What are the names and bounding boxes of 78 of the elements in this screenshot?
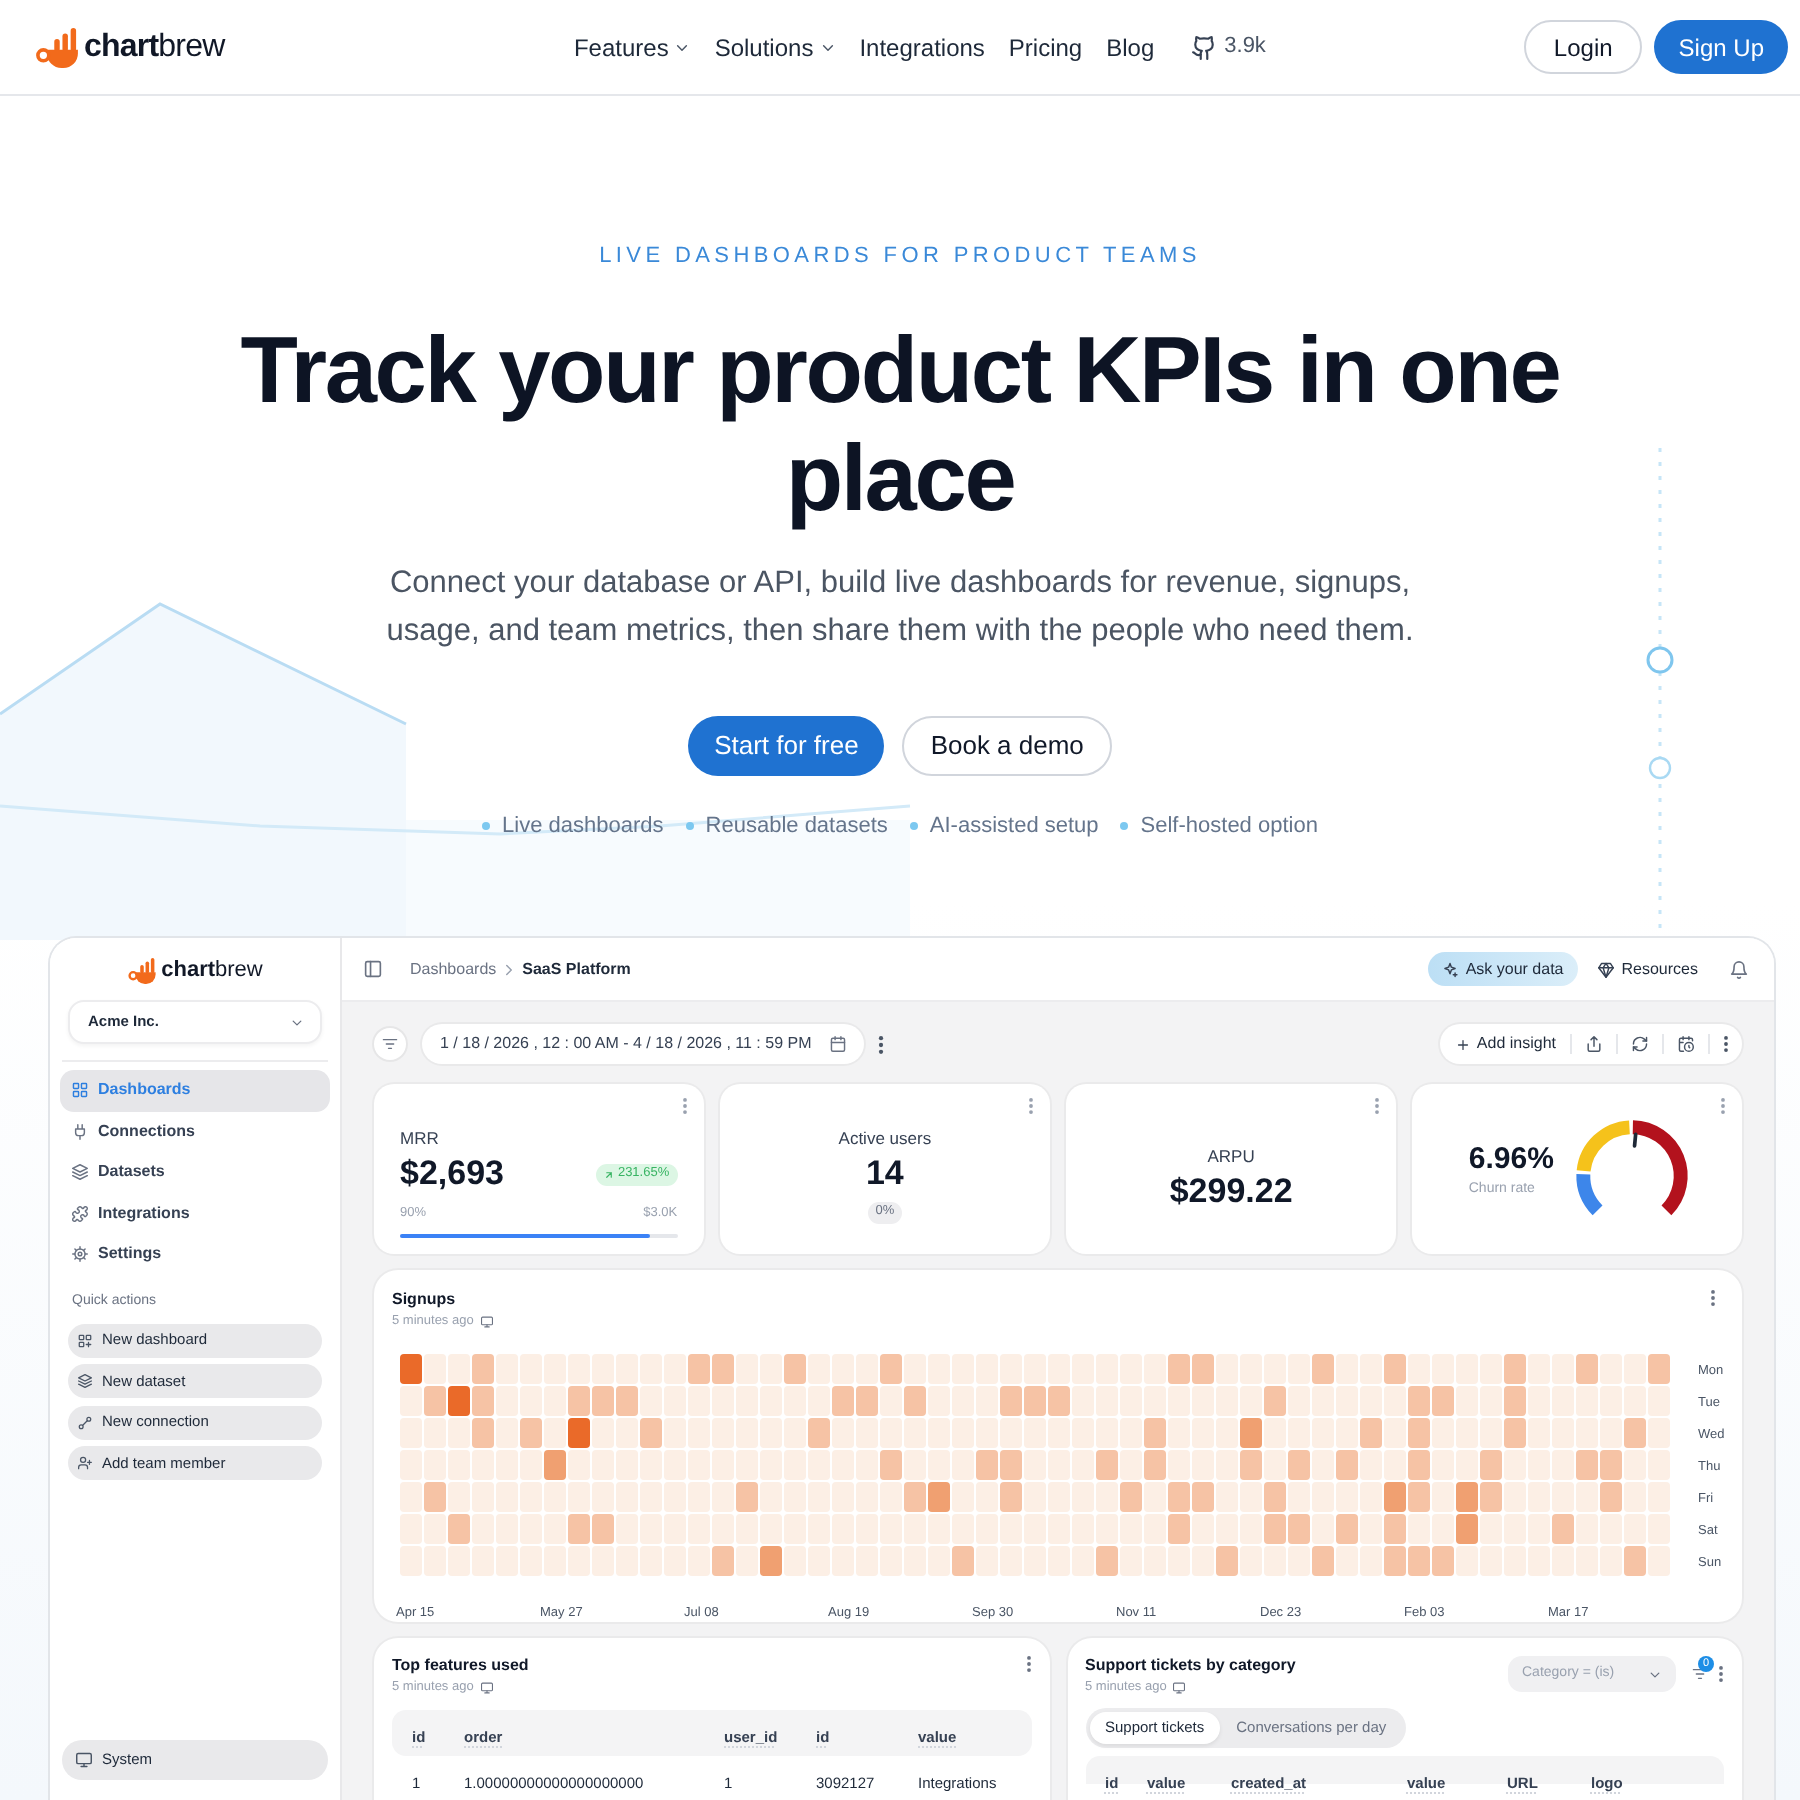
sidebar-item[interactable]: Settings (60, 1234, 330, 1275)
top-action-button[interactable]: Ask your data (1427, 952, 1578, 986)
layers-icon (72, 1164, 88, 1181)
monitor-icon (1172, 1681, 1187, 1693)
card-title: Support tickets by category (1085, 1656, 1296, 1676)
kpi-value: $2,693 (400, 1154, 504, 1194)
highlight-text: Self-hosted option (1140, 812, 1318, 842)
kpi-title: ARPU (1207, 1146, 1255, 1168)
nav-link[interactable]: Features (573, 29, 691, 65)
refresh-icon[interactable] (1632, 1036, 1648, 1052)
calendar-icon (829, 1036, 846, 1052)
highlight-text: Reusable datasets (705, 812, 888, 842)
kpi-title: Active users (838, 1128, 932, 1150)
sidebar-item[interactable]: Integrations (60, 1193, 330, 1234)
arrow-up-right-icon (603, 1169, 614, 1179)
chevron-right-icon (504, 963, 515, 975)
start-free-button[interactable]: Start for free (688, 716, 885, 776)
kebab-menu-icon[interactable] (1025, 1656, 1031, 1672)
eyebrow-text: LIVE DASHBOARDS FOR PRODUCT TEAMS (599, 242, 1201, 272)
logo-icon[interactable] (127, 958, 156, 984)
monitor-icon (479, 1681, 494, 1693)
gauge-needle (1632, 1132, 1638, 1148)
grid-plus-icon (78, 1333, 92, 1347)
logo-text[interactable]: chartbrew (84, 23, 225, 71)
calendar-clock-icon[interactable] (1678, 1036, 1694, 1052)
plus-icon (1456, 1037, 1471, 1051)
sparkle-icon (1441, 961, 1458, 977)
highlight-text: Live dashboards (502, 812, 664, 842)
nav-link[interactable]: Integrations (859, 29, 985, 65)
kebab-menu-icon[interactable] (1718, 1666, 1724, 1682)
card-title: Top features used (392, 1656, 529, 1676)
plug-icon (72, 1123, 88, 1140)
kpi-value: $299.22 (1169, 1172, 1293, 1212)
github-icon (1192, 35, 1217, 59)
puzzle-icon (72, 1205, 88, 1222)
kpi-title: MRR (400, 1128, 439, 1150)
chevron-down-icon (819, 39, 836, 55)
book-demo-button[interactable]: Book a demo (902, 716, 1112, 776)
nav-link[interactable]: Solutions (714, 29, 836, 65)
add-insight-button[interactable]: Add insight (1456, 1032, 1556, 1056)
chevron-down-icon (674, 39, 691, 55)
kebab-menu-icon[interactable] (877, 1035, 884, 1053)
chevron-down-icon (1648, 1667, 1662, 1681)
connection-nodes-icon (78, 1415, 92, 1429)
top-action-button[interactable]: Resources (1593, 952, 1702, 986)
nav-link[interactable]: Pricing (1008, 29, 1083, 65)
layers-icon (78, 1374, 92, 1388)
filter-button[interactable] (374, 1028, 406, 1060)
monitor-icon (76, 1752, 92, 1768)
hero-title: Track your product KPIs in one place (238, 316, 1562, 532)
date-range-picker[interactable]: 1 / 18 / 2026 , 12 : 00 AM - 4 / 18 / 2026 , 11 : 59 PM (422, 1024, 864, 1064)
sidebar-panel-icon[interactable] (364, 960, 382, 978)
kpi-value: 14 (865, 1154, 904, 1194)
highlight-text: AI-assisted setup (929, 812, 1099, 842)
sidebar-item[interactable]: Connections (60, 1111, 330, 1152)
gear-icon (72, 1246, 88, 1263)
github-stars-link[interactable]: 3.9k (1192, 30, 1266, 64)
breadcrumb-link[interactable]: Dashboards (410, 957, 497, 981)
gem-icon (1597, 961, 1614, 977)
card-title: Signups (392, 1288, 456, 1310)
chevron-down-icon (290, 1015, 304, 1029)
breadcrumb-link[interactable]: SaaS Platform (522, 957, 631, 981)
user-plus-icon (78, 1456, 92, 1470)
hero-subtitle: Connect your database or API, build live dashboards for revenue, signups, usage, and team metrics, then share them with the people who need them. (384, 564, 1416, 652)
nav-link[interactable]: Blog (1106, 29, 1155, 65)
sign-up-button[interactable]: Sign Up (1654, 20, 1788, 74)
filter-icon (382, 1036, 398, 1052)
filter-icon[interactable] (1692, 1666, 1708, 1682)
upload-icon[interactable] (1586, 1036, 1602, 1052)
logo-text[interactable]: chartbrew (161, 954, 263, 988)
grid-icon (72, 1082, 88, 1099)
logo-icon[interactable] (36, 27, 78, 67)
sidebar-item[interactable]: Datasets (60, 1152, 330, 1193)
kebab-menu-icon[interactable] (1710, 1290, 1716, 1306)
login-button[interactable]: Login (1523, 20, 1643, 74)
monitor-icon (479, 1315, 494, 1327)
kpi-value: 6.96% (1468, 1141, 1554, 1177)
bell-icon[interactable] (1730, 959, 1748, 979)
